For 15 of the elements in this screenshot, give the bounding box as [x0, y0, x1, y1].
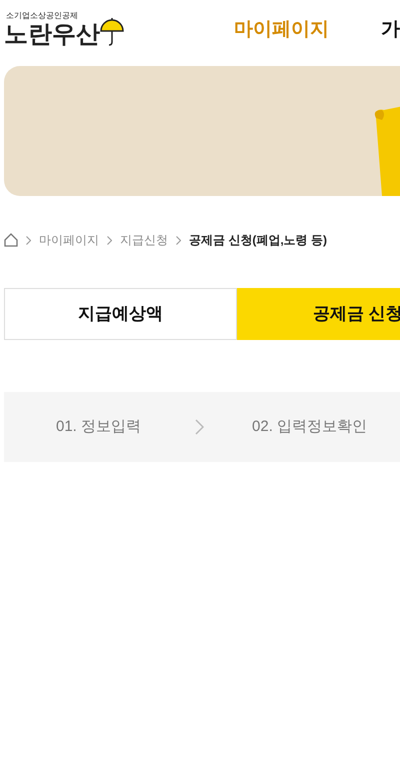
- chevron-icon: [26, 236, 31, 244]
- logo-subtitle: 소기업소상공인공제: [5, 11, 79, 21]
- breadcrumb-item[interactable]: 마이페이지: [39, 231, 99, 249]
- chevron-icon: [195, 419, 204, 435]
- nav-link[interactable]: 가: [381, 16, 400, 44]
- logo-name: 노란우산: [4, 21, 100, 49]
- step-label: 01. 정보입력: [56, 416, 142, 437]
- chevron-icon: [107, 236, 112, 244]
- breadcrumb-item[interactable]: 공제금 신청(폐업,노령 등): [189, 231, 327, 249]
- step-label: 02. 입력정보확인: [252, 416, 368, 437]
- home-icon[interactable]: [4, 233, 18, 247]
- umbrella-icon: [100, 17, 124, 47]
- chevron-icon: [176, 236, 181, 244]
- breadcrumb-item[interactable]: 지급신청: [120, 231, 168, 249]
- tab[interactable]: 지급예상액: [4, 288, 237, 340]
